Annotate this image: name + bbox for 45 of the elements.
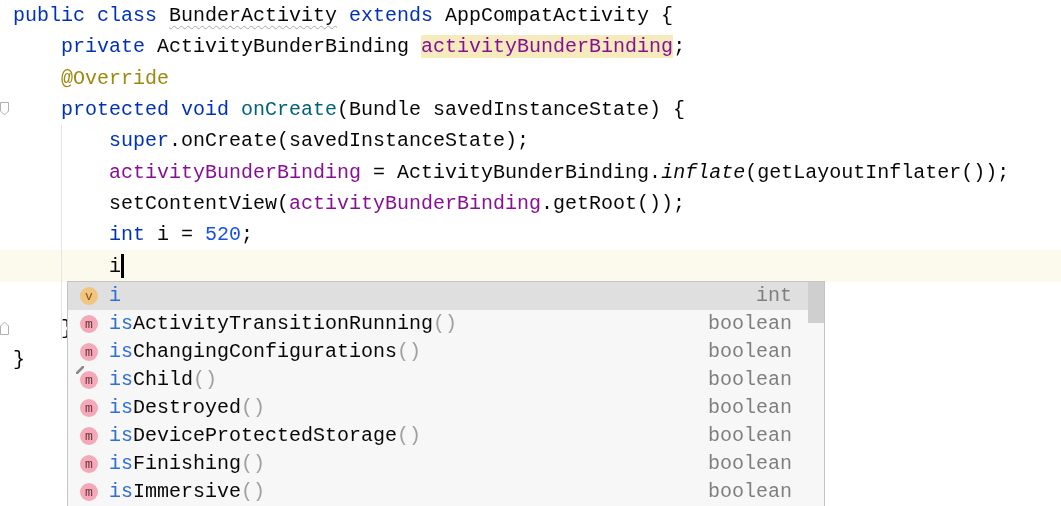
completion-label: isDeviceProtectedStorage() — [109, 423, 422, 449]
completion-label: isImmersive() — [109, 479, 266, 505]
method-icon: m — [80, 455, 98, 473]
completion-item[interactable]: m isDeviceProtectedStorage() boolean — [68, 422, 808, 450]
completion-label: isFinishing() — [109, 451, 266, 477]
completion-item[interactable]: m isFinishing() boolean — [68, 450, 808, 478]
completion-label: i — [109, 283, 121, 309]
completion-label: isActivityTransitionRunning() — [109, 311, 458, 337]
variable-icon: v — [80, 287, 98, 305]
method-icon: m — [80, 399, 98, 417]
code-line: setContentView(activityBunderBinding.getRoot()); — [108, 190, 686, 217]
type-label: boolean — [708, 367, 792, 393]
code-line: private ActivityBunderBinding activityBunderBinding; — [60, 34, 686, 61]
type-label: boolean — [708, 311, 792, 337]
completion-label: isDestroyed() — [109, 395, 266, 421]
completion-item[interactable]: m isChild() boolean — [68, 366, 808, 394]
method-icon: m — [80, 343, 98, 361]
type-label: boolean — [708, 479, 792, 505]
type-label: boolean — [708, 395, 792, 421]
completion-item[interactable]: v i int — [68, 282, 808, 310]
scrollbar[interactable] — [808, 282, 824, 323]
code-line: } — [13, 347, 25, 374]
completion-item[interactable]: m isImmersive() boolean — [68, 478, 808, 506]
completion-item[interactable]: m isChangingConfigurations() boolean — [68, 338, 808, 366]
method-icon: m — [80, 483, 98, 501]
code-line: int i = 520; — [108, 222, 254, 249]
completion-label: isChangingConfigurations() — [109, 339, 422, 365]
type-label: boolean — [708, 451, 792, 477]
code-line: i — [108, 253, 122, 280]
method-icon: m — [80, 315, 98, 333]
completion-item[interactable]: m isActivityTransitionRunning() boolean — [68, 310, 808, 338]
type-label: boolean — [708, 423, 792, 449]
completion-label: isChild() — [109, 367, 218, 393]
completion-item[interactable]: m isDestroyed() boolean — [68, 394, 808, 422]
code-line: activityBunderBinding = ActivityBunderBinding.inflate(getLayoutInflater()); — [108, 159, 1010, 186]
method-icon: m — [80, 371, 98, 389]
code-line: protected void onCreate(Bundle savedInstanceState) { — [60, 97, 686, 124]
code-line: public class BunderActivity extends AppCompatActivity { — [13, 3, 674, 30]
fold-icon[interactable] — [0, 101, 9, 116]
code-line: super.onCreate(savedInstanceState); — [108, 128, 530, 155]
type-label: int — [756, 283, 792, 309]
type-label: boolean — [708, 339, 792, 365]
method-icon: m — [80, 427, 98, 445]
fold-icon[interactable] — [0, 320, 9, 335]
code-line: @Override — [60, 65, 170, 92]
